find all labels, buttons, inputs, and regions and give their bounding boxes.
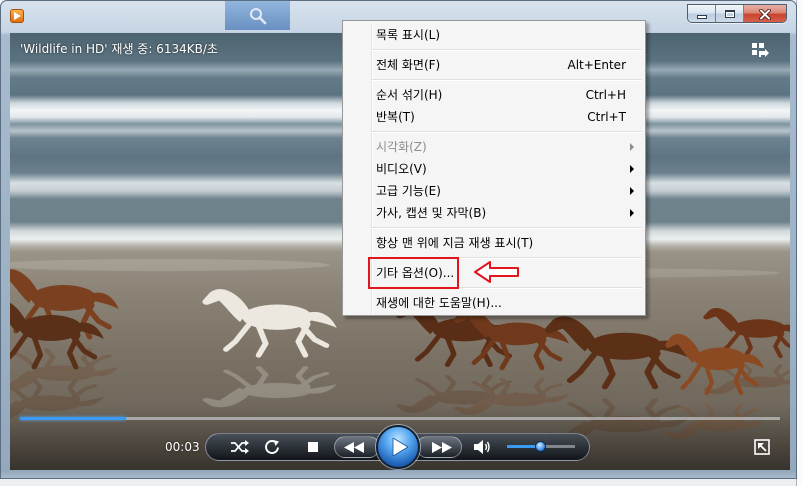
shuffle-icon [231,440,249,454]
white-horse [202,289,336,355]
horse-reflection [202,368,336,408]
media-player-icon[interactable] [10,9,24,23]
shuffle-button[interactable] [230,438,250,456]
repeat-icon [265,440,279,454]
close-icon [759,8,771,20]
submenu-arrow-icon [630,187,634,195]
menu-separator [345,224,643,232]
play-icon [392,438,408,456]
background-window-edge [796,0,803,486]
background-search-icon [225,1,290,30]
menu-item-enhancements[interactable]: 고급 기능(E) [345,180,643,202]
menu-item-repeat[interactable]: 반복(T) Ctrl+T [345,106,643,128]
menu-item-visualizations: 시각화(Z) [345,136,643,158]
menu-item-label: 반복(T) [376,110,415,124]
close-button[interactable] [744,5,786,22]
horse-reflection [10,350,119,391]
menu-item-label: 시각화(Z) [376,140,427,154]
next-icon [432,441,452,453]
menu-separator [345,76,643,84]
menu-item-shortcut: Alt+Enter [567,58,626,72]
menu-item-shuffle[interactable]: 순서 섞기(H) Ctrl+H [345,84,643,106]
stop-icon [308,442,318,452]
highlight-box [368,257,459,289]
previous-icon [344,441,364,453]
submenu-arrow-icon [630,165,634,173]
brown-horse [545,316,689,386]
annotation-arrow-icon [474,261,519,283]
menu-item-label: 고급 기능(E) [376,184,441,198]
full-screen-button[interactable] [754,439,770,455]
submenu-arrow-icon [630,143,634,151]
minimize-icon [696,15,707,19]
menu-item-shortcut: Ctrl+H [585,88,626,102]
maximize-button[interactable] [716,5,744,22]
menu-item-label: 재생에 대한 도움말(H)... [376,296,502,310]
mute-button[interactable] [473,439,491,455]
menu-item-label: 전체 화면(F) [376,58,441,72]
next-button[interactable] [416,436,462,458]
background-window-edge [0,478,796,486]
switch-to-library-icon [752,43,769,57]
menu-separator [345,46,643,54]
menu-item-label: 비디오(V) [376,162,427,176]
menu-item-full-screen[interactable]: 전체 화면(F) Alt+Enter [345,54,643,76]
menu-item-shortcut: Ctrl+T [587,110,626,124]
menu-separator [345,128,643,136]
elapsed-time: 00:03 [165,440,200,454]
menu-item-video[interactable]: 비디오(V) [345,158,643,180]
submenu-arrow-icon [630,209,634,217]
minimize-button[interactable] [688,5,716,22]
full-screen-icon [754,439,770,455]
switch-to-library-button[interactable] [751,42,769,58]
menu-item-show-list[interactable]: 목록 표시(L) [345,24,643,46]
menu-item-label: 항상 맨 위에 지금 재생 표시(T) [376,236,534,250]
seek-progress [20,417,127,420]
menu-item-label: 목록 표시(L) [376,28,441,42]
menu-item-label: 가사, 캡션 및 자막(B) [376,206,487,220]
volume-slider[interactable] [507,441,575,452]
menu-item-help-with-playback[interactable]: 재생에 대한 도움말(H)... [345,292,643,314]
play-button[interactable] [376,425,420,469]
volume-icon [474,440,490,454]
menu-item-lyrics-captions-subtitles[interactable]: 가사, 캡션 및 자막(B) [345,202,643,224]
window-controls [687,4,787,23]
maximize-icon [724,10,735,18]
now-playing-status: 'Wildlife in HD' 재생 중: 6134KB/초 [20,42,218,56]
menu-item-label: 순서 섞기(H) [376,88,443,102]
stop-button[interactable] [303,437,323,457]
seek-bar[interactable] [20,417,780,420]
previous-button[interactable] [334,436,380,458]
menu-item-always-on-top[interactable]: 항상 맨 위에 지금 재생 표시(T) [345,232,643,254]
repeat-button[interactable] [262,438,282,456]
